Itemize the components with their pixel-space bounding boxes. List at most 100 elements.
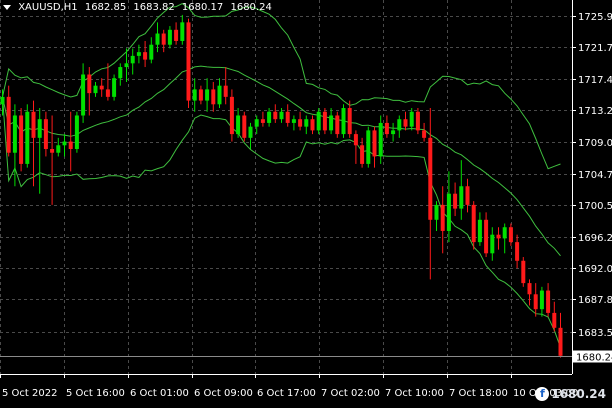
candle-body: [490, 234, 495, 254]
candle-body: [62, 141, 67, 146]
candle: [130, 48, 135, 75]
candle: [149, 37, 154, 64]
candle-body: [87, 74, 92, 94]
chart-canvas[interactable]: 1725.90 1721.75 1717.40 1713.20 1709.00 1704.…: [0, 0, 612, 404]
candle: [37, 108, 42, 194]
candle-body: [496, 234, 501, 239]
candle-body: [254, 119, 259, 127]
candle-body: [267, 111, 272, 123]
candle-body: [37, 119, 42, 138]
candle-body: [236, 115, 241, 135]
candle: [378, 115, 383, 164]
candle: [304, 115, 309, 135]
candle: [192, 78, 197, 112]
candle-body: [12, 115, 17, 153]
x-tick-label: 6 Oct 09:00: [194, 388, 253, 399]
candle-body: [279, 111, 284, 120]
candle: [167, 26, 172, 49]
candle-body: [81, 74, 86, 116]
candle-body: [56, 145, 61, 153]
candle: [93, 81, 98, 97]
candle-body: [422, 130, 427, 138]
candle: [422, 122, 427, 142]
candle: [490, 227, 495, 261]
x-tick-label: 5 Oct 16:00: [66, 388, 125, 399]
price-chart[interactable]: 1725.90 1721.75 1717.40 1713.20 1709.00 1704.…: [0, 0, 612, 404]
candle: [366, 126, 371, 168]
candle-body: [242, 115, 247, 138]
candle-body: [304, 119, 309, 127]
candle: [112, 74, 117, 101]
candle: [31, 100, 36, 187]
candle-body: [174, 29, 179, 41]
candle-body: [6, 96, 11, 153]
candle: [502, 223, 507, 254]
candle-body: [533, 294, 538, 310]
x-tick-label: 6 Oct 01:00: [130, 388, 189, 399]
candle: [198, 85, 203, 105]
candle-body: [384, 122, 389, 135]
candle-body: [446, 193, 451, 231]
candle: [415, 108, 420, 135]
candle-body: [409, 111, 414, 127]
ohlc-high: 1683.82: [133, 2, 175, 13]
candle: [260, 111, 265, 127]
candle-body: [440, 204, 445, 231]
candle-body: [19, 115, 24, 164]
y-tick-label: 1704.70: [578, 170, 612, 181]
candle: [546, 283, 551, 317]
candle: [248, 122, 253, 150]
candle: [87, 67, 92, 116]
candle-body: [149, 44, 154, 60]
y-tick-label: 1717.40: [578, 75, 612, 86]
watermark: f 1680.24: [535, 387, 606, 401]
candle-body: [353, 134, 358, 146]
candle-body: [502, 227, 507, 239]
candle-body: [527, 283, 532, 295]
candle-body: [484, 219, 489, 254]
bollinger-upper-band: [2, 3, 561, 170]
candle: [409, 108, 414, 131]
candle-body: [229, 96, 234, 135]
x-tick-label: 7 Oct 18:00: [449, 388, 508, 399]
candle: [43, 111, 48, 157]
candle-body: [391, 130, 396, 135]
candle-body: [329, 115, 334, 131]
y-tick-label: 1700.55: [578, 201, 612, 212]
dropdown-arrow-icon[interactable]: [3, 4, 11, 10]
candle-body: [118, 67, 123, 79]
candle: [484, 212, 489, 258]
candle-body: [105, 89, 110, 97]
candle-body: [68, 141, 73, 150]
candle: [254, 115, 259, 135]
candle: [285, 104, 290, 127]
candle-body: [130, 55, 135, 64]
candle: [496, 227, 501, 250]
candle-body: [273, 111, 278, 120]
candle: [118, 63, 123, 86]
candle: [372, 126, 377, 168]
candle-body: [546, 290, 551, 313]
candle: [174, 22, 179, 45]
candle-body: [558, 327, 563, 356]
candle: [186, 18, 191, 109]
candle: [56, 137, 61, 157]
candle-body: [186, 22, 191, 101]
candle-body: [112, 78, 117, 97]
candle-body: [180, 22, 185, 41]
candle: [161, 29, 166, 53]
candle-body: [347, 108, 352, 135]
candle-body: [192, 89, 197, 101]
candle: [322, 108, 327, 135]
candle-body: [248, 126, 253, 138]
candle: [81, 63, 86, 123]
y-tick-label: 1683.50: [578, 328, 612, 339]
x-tick-label: 6 Oct 17:00: [257, 388, 316, 399]
symbol-header: XAUUSD,H1 1682.85 1683.82 1680.17 1680.2…: [3, 2, 276, 13]
candle-body: [366, 130, 371, 164]
candle-body: [397, 119, 402, 131]
candle-body: [471, 204, 476, 243]
candle: [508, 223, 513, 246]
candle: [471, 201, 476, 250]
candle-body: [136, 52, 141, 56]
